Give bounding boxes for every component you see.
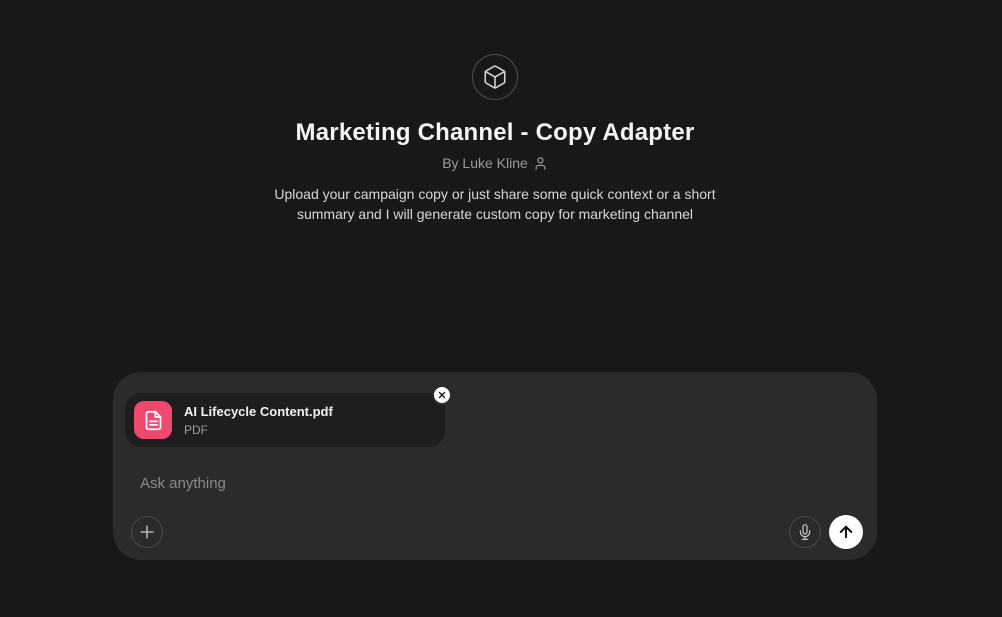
assistant-avatar xyxy=(472,54,518,100)
file-text-icon xyxy=(143,410,164,431)
app-background: Marketing Channel - Copy Adapter By Luke… xyxy=(0,0,1002,617)
dictate-button[interactable] xyxy=(789,516,821,548)
arrow-up-icon xyxy=(837,523,855,541)
assistant-description: Upload your campaign copy or just share … xyxy=(271,184,719,224)
send-button[interactable] xyxy=(829,515,863,549)
byline-text: By Luke Kline xyxy=(442,155,528,172)
byline[interactable]: By Luke Kline xyxy=(442,155,548,172)
attachment-chip[interactable]: AI Lifecycle Content.pdf PDF xyxy=(125,393,445,447)
add-attachment-button[interactable] xyxy=(131,516,163,548)
person-icon xyxy=(533,156,548,171)
attachment-filename: AI Lifecycle Content.pdf xyxy=(184,403,333,420)
attachment-filetype: PDF xyxy=(184,423,333,437)
attachment-meta: AI Lifecycle Content.pdf PDF xyxy=(184,403,333,437)
prompt-input[interactable] xyxy=(137,472,853,518)
plus-icon xyxy=(138,523,156,541)
page-title: Marketing Channel - Copy Adapter xyxy=(296,118,695,147)
remove-attachment-button[interactable] xyxy=(432,385,452,405)
assistant-header: Marketing Channel - Copy Adapter By Luke… xyxy=(0,54,990,224)
box-icon xyxy=(482,64,508,90)
composer: AI Lifecycle Content.pdf PDF xyxy=(113,372,877,560)
close-icon xyxy=(437,390,447,400)
pdf-file-badge xyxy=(134,401,172,439)
microphone-icon xyxy=(797,524,813,540)
